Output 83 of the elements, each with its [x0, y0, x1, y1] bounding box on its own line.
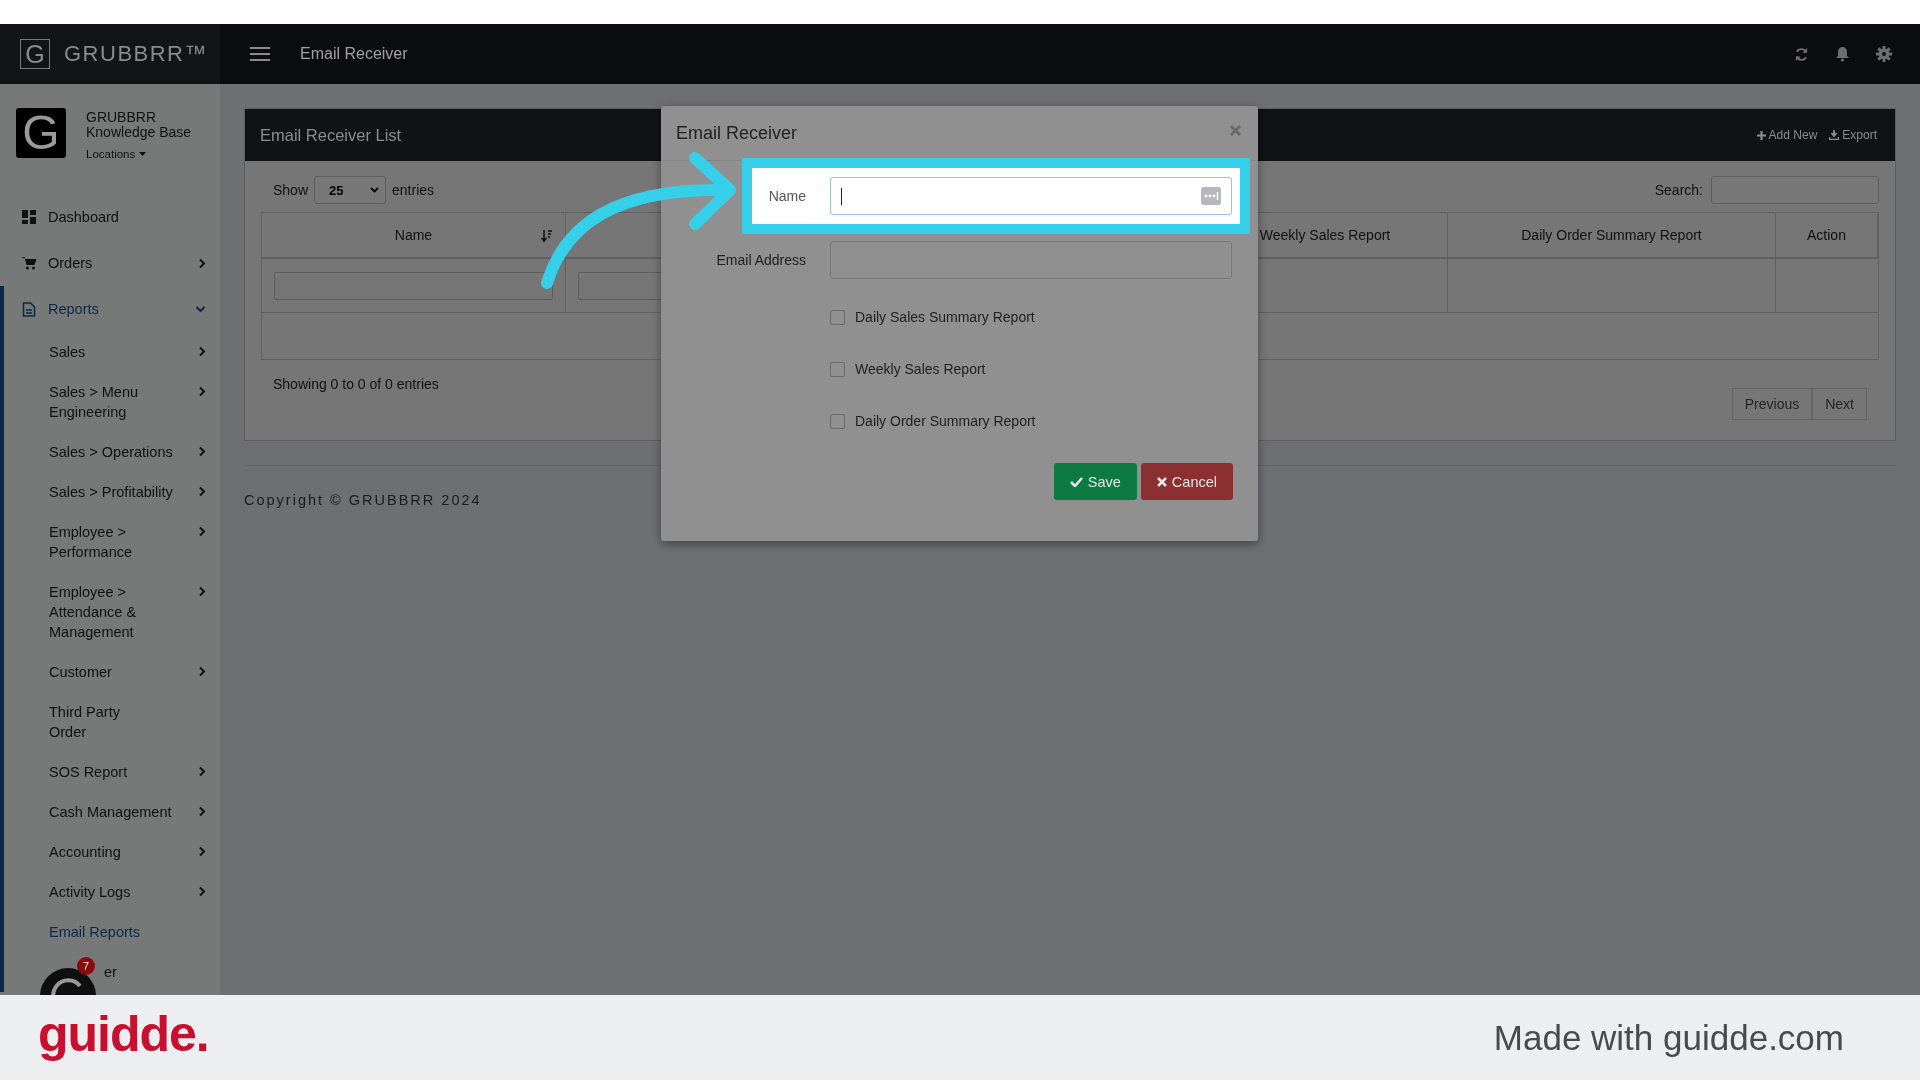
checkbox-label: Daily Sales Summary Report	[855, 309, 1035, 325]
company-name: GRUBBRR Knowledge Base	[86, 108, 192, 140]
nav-item[interactable]: Orders	[0, 240, 220, 286]
page-title: Email Receiver	[300, 45, 408, 63]
dashboard-icon	[20, 210, 38, 224]
close-icon	[1156, 476, 1167, 487]
sort-icon	[541, 229, 553, 243]
panel-title: Email Receiver List	[260, 125, 402, 145]
chevron-right-icon	[198, 346, 206, 357]
nav-subitem[interactable]: Sales > Profitability	[4, 472, 220, 512]
field-label: Name	[767, 188, 807, 204]
nav-subitem[interactable]: Sales > Operations	[4, 432, 220, 472]
nav-subitem[interactable]: er	[96, 952, 220, 992]
chevron-right-icon	[198, 526, 206, 537]
dialog-title: Email Receiver	[676, 122, 798, 144]
column-header: Name	[262, 213, 566, 259]
chevron-right-icon	[198, 446, 206, 457]
cart-icon	[20, 256, 38, 270]
checkbox[interactable]	[830, 413, 845, 429]
action-link[interactable]: Add New	[1756, 128, 1818, 142]
chevron-right-icon	[198, 806, 206, 817]
nav-subitem[interactable]: Cash Management	[4, 792, 220, 832]
checkbox-label: Weekly Sales Report	[855, 361, 986, 377]
input-field[interactable]	[830, 177, 1232, 215]
chat-button[interactable]	[40, 968, 96, 995]
brand-name: GRUBBRR™	[64, 41, 208, 67]
close-icon[interactable]	[1229, 123, 1242, 137]
locations-dropdown[interactable]: Locations	[86, 148, 147, 160]
search-label: Search:	[1654, 182, 1703, 198]
search-field[interactable]	[1711, 176, 1879, 204]
check-icon	[1069, 476, 1083, 487]
nav-subitem[interactable]: Third Party Order	[4, 692, 220, 752]
chevron-down-icon	[370, 187, 380, 193]
page-size-select[interactable]: 25	[314, 176, 387, 204]
nav-subitem[interactable]: Employee > Performance	[4, 512, 220, 572]
text-cursor	[841, 187, 842, 205]
chevron-right-icon	[198, 666, 206, 677]
show-label: Show	[273, 182, 309, 198]
entries-label: entries	[392, 182, 435, 198]
nav-subitem[interactable]: Activity Logs	[4, 872, 220, 912]
logo-text: guidde.	[38, 1004, 209, 1063]
settings-icon[interactable]	[1876, 46, 1892, 62]
chevron-right-icon	[198, 486, 206, 497]
field-label: Email Address	[715, 252, 807, 268]
chevron-right-icon	[198, 766, 206, 777]
nav-item[interactable]: Dashboard	[0, 194, 220, 240]
logo-mark: G	[20, 39, 50, 69]
chevron-right-icon	[198, 586, 206, 597]
chevron-down-icon	[195, 305, 206, 313]
document-icon	[20, 301, 38, 317]
input-field[interactable]	[830, 241, 1232, 279]
nav-item[interactable]: Reports	[4, 286, 220, 332]
caret-icon	[139, 152, 147, 156]
refresh-icon[interactable]	[1794, 46, 1809, 62]
menu-icon[interactable]	[250, 47, 270, 61]
dots-icon[interactable]	[1201, 187, 1221, 205]
plus-icon	[1756, 130, 1766, 140]
nav-subitem[interactable]: Accounting	[4, 832, 220, 872]
bell-icon[interactable]	[1835, 46, 1850, 62]
company-logo: G	[16, 108, 66, 158]
column-header: Daily Order Summary Report	[1448, 213, 1776, 259]
checkbox[interactable]	[830, 309, 845, 325]
save-button[interactable]: Save	[1053, 463, 1137, 500]
checkbox-label: Daily Order Summary Report	[855, 413, 1036, 429]
table-info: Showing 0 to 0 of 0 entries	[273, 376, 439, 392]
cancel-button[interactable]: Cancel	[1140, 463, 1233, 500]
copyright-text: Copyright © GRUBBRR 2024	[244, 492, 483, 508]
nav-subitem[interactable]: Sales > Menu Engineering	[4, 372, 220, 432]
chevron-right-icon	[198, 257, 206, 269]
action-link[interactable]: Export	[1829, 128, 1877, 142]
download-icon	[1829, 130, 1840, 140]
nav-subitem[interactable]: Employee > Attendance & Management	[4, 572, 220, 652]
nav-subitem[interactable]: Email Reports	[4, 912, 220, 952]
chevron-right-icon	[198, 846, 206, 857]
nav-subitem[interactable]: SOS Report	[4, 752, 220, 792]
checkbox[interactable]	[830, 361, 845, 377]
nav-subitem[interactable]: Customer	[4, 652, 220, 692]
filter-field[interactable]	[274, 271, 553, 300]
column-header: Action	[1776, 213, 1878, 259]
chevron-right-icon	[198, 386, 206, 397]
nav-subitem[interactable]: Sales	[4, 332, 220, 372]
chevron-right-icon	[198, 886, 206, 897]
tagline: Made with guidde.com	[1493, 1017, 1844, 1058]
